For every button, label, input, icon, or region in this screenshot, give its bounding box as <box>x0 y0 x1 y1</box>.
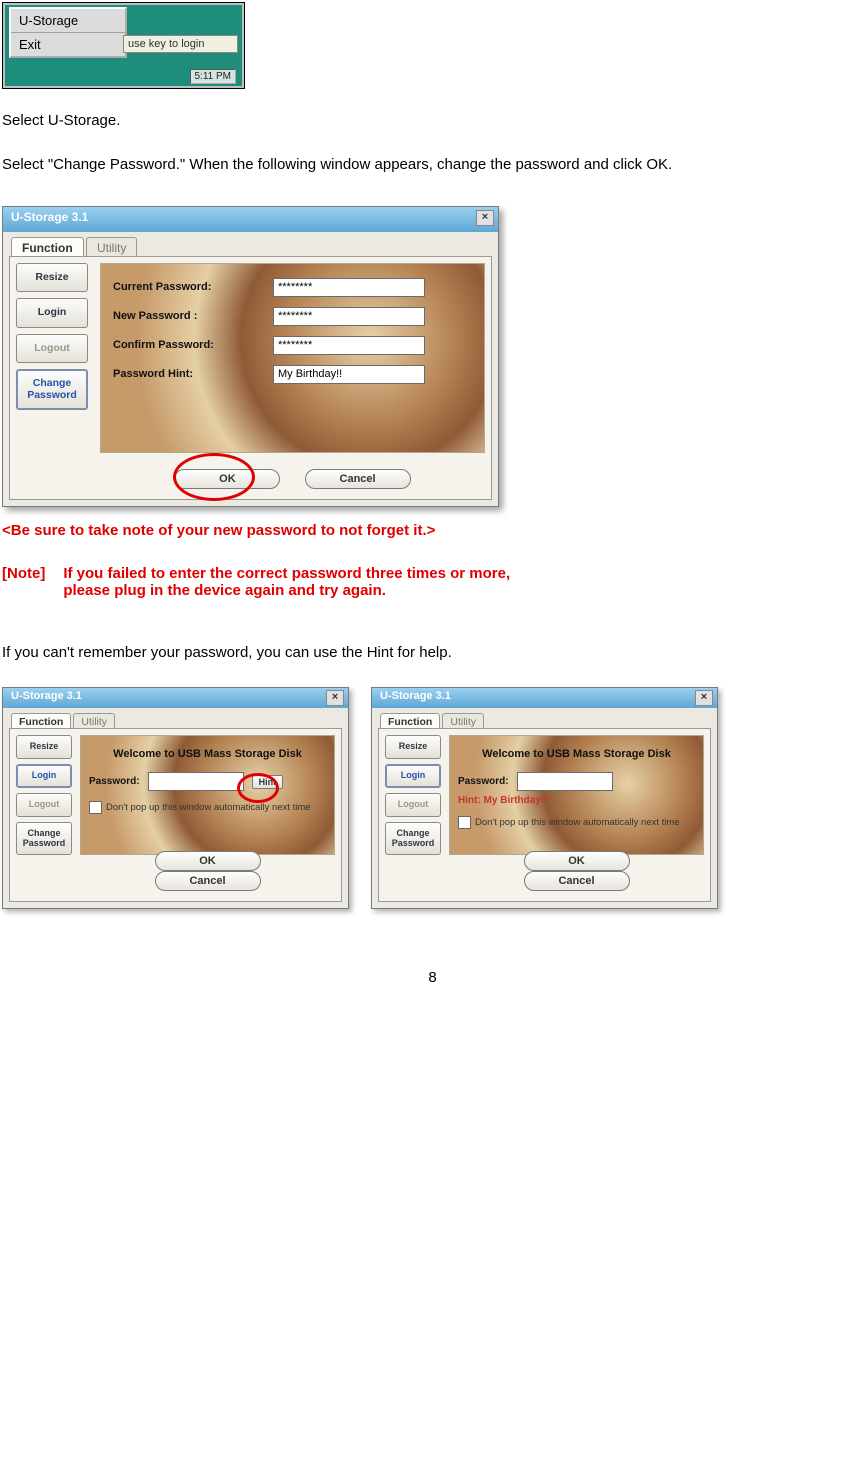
side-button-login[interactable]: Login <box>385 764 441 788</box>
tab-function[interactable]: Function <box>11 713 71 729</box>
checkbox-label: Don't pop up this window automatically n… <box>106 802 311 813</box>
cancel-button[interactable]: Cancel <box>524 871 630 891</box>
checkbox-dont-popup[interactable] <box>89 801 102 814</box>
label-password: Password: <box>89 776 140 787</box>
window-title: U-Storage 3.1 <box>11 210 88 224</box>
side-button-resize[interactable]: Resize <box>16 263 88 293</box>
input-password[interactable] <box>517 772 613 791</box>
tray-menu-item-ustorage[interactable]: U-Storage <box>11 9 125 33</box>
tab-utility[interactable]: Utility <box>86 237 137 257</box>
input-new-password[interactable] <box>273 307 425 326</box>
ok-button[interactable]: OK <box>155 851 261 871</box>
note-body-line-2: please plug in the device again and try … <box>63 582 510 599</box>
tray-menu-item-exit[interactable]: Exit <box>11 33 125 56</box>
change-password-form: Current Password: New Password : Confirm… <box>100 263 485 453</box>
note-body-line-1: If you failed to enter the correct passw… <box>63 565 510 582</box>
tray-tooltip: use key to login <box>123 35 238 53</box>
note-label: [Note] <box>2 565 45 599</box>
paragraph-hint-help: If you can't remember your password, you… <box>2 643 863 663</box>
tray-context-menu: U-Storage Exit <box>9 7 127 58</box>
side-button-logout[interactable]: Logout <box>385 793 441 817</box>
tab-utility[interactable]: Utility <box>442 713 484 729</box>
side-button-resize[interactable]: Resize <box>385 735 441 759</box>
warning-note-password: <Be sure to take note of your new passwo… <box>2 521 863 541</box>
login-screenshot-showing-hint: U-Storage 3.1 × Function Utility Resize … <box>371 687 718 909</box>
cancel-button[interactable]: Cancel <box>305 469 411 489</box>
hint-button[interactable]: Hint <box>252 775 284 789</box>
label-new-password: New Password : <box>113 310 263 322</box>
tray-screenshot: U-Storage Exit use key to login 5:11 PM <box>2 2 245 89</box>
side-button-change-password[interactable]: Change Password <box>16 822 72 856</box>
side-button-login[interactable]: Login <box>16 764 72 788</box>
side-button-change-password[interactable]: Change Password <box>16 369 88 410</box>
tab-function[interactable]: Function <box>11 237 84 257</box>
window-title: U-Storage 3.1 <box>380 690 451 702</box>
label-confirm-password: Confirm Password: <box>113 339 263 351</box>
titlebar: U-Storage 3.1 × <box>3 207 498 232</box>
side-button-resize[interactable]: Resize <box>16 735 72 759</box>
window-title: U-Storage 3.1 <box>11 690 82 702</box>
label-current-password: Current Password: <box>113 281 263 293</box>
welcome-text: Welcome to USB Mass Storage Disk <box>458 748 695 760</box>
input-password[interactable] <box>148 772 244 791</box>
side-button-logout[interactable]: Logout <box>16 793 72 817</box>
side-button-logout[interactable]: Logout <box>16 334 88 364</box>
close-icon[interactable]: × <box>476 210 494 226</box>
label-password: Password: <box>458 776 509 787</box>
welcome-text: Welcome to USB Mass Storage Disk <box>89 748 326 760</box>
paragraph-select-ustorage: Select U-Storage. <box>2 111 863 131</box>
input-confirm-password[interactable] <box>273 336 425 355</box>
tray-clock: 5:11 PM <box>190 69 237 84</box>
hint-text: Hint: My Birthday!! <box>458 795 695 806</box>
ok-button[interactable]: OK <box>174 469 280 489</box>
checkbox-dont-popup[interactable] <box>458 816 471 829</box>
tab-utility[interactable]: Utility <box>73 713 115 729</box>
page-number: 8 <box>0 969 865 986</box>
input-current-password[interactable] <box>273 278 425 297</box>
label-password-hint: Password Hint: <box>113 368 263 380</box>
note-block: [Note] If you failed to enter the correc… <box>2 565 863 599</box>
side-button-change-password[interactable]: Change Password <box>385 822 441 856</box>
ok-button[interactable]: OK <box>524 851 630 871</box>
login-screenshot-with-hint-button: U-Storage 3.1 × Function Utility Resize … <box>2 687 349 909</box>
side-button-login[interactable]: Login <box>16 298 88 328</box>
paragraph-select-change-password: Select "Change Password." When the follo… <box>2 155 863 175</box>
checkbox-label: Don't pop up this window automatically n… <box>475 817 680 828</box>
close-icon[interactable]: × <box>695 690 713 706</box>
input-password-hint[interactable] <box>273 365 425 384</box>
change-password-screenshot: U-Storage 3.1 × Function Utility Resize … <box>2 206 499 507</box>
tab-function[interactable]: Function <box>380 713 440 729</box>
cancel-button[interactable]: Cancel <box>155 871 261 891</box>
close-icon[interactable]: × <box>326 690 344 706</box>
